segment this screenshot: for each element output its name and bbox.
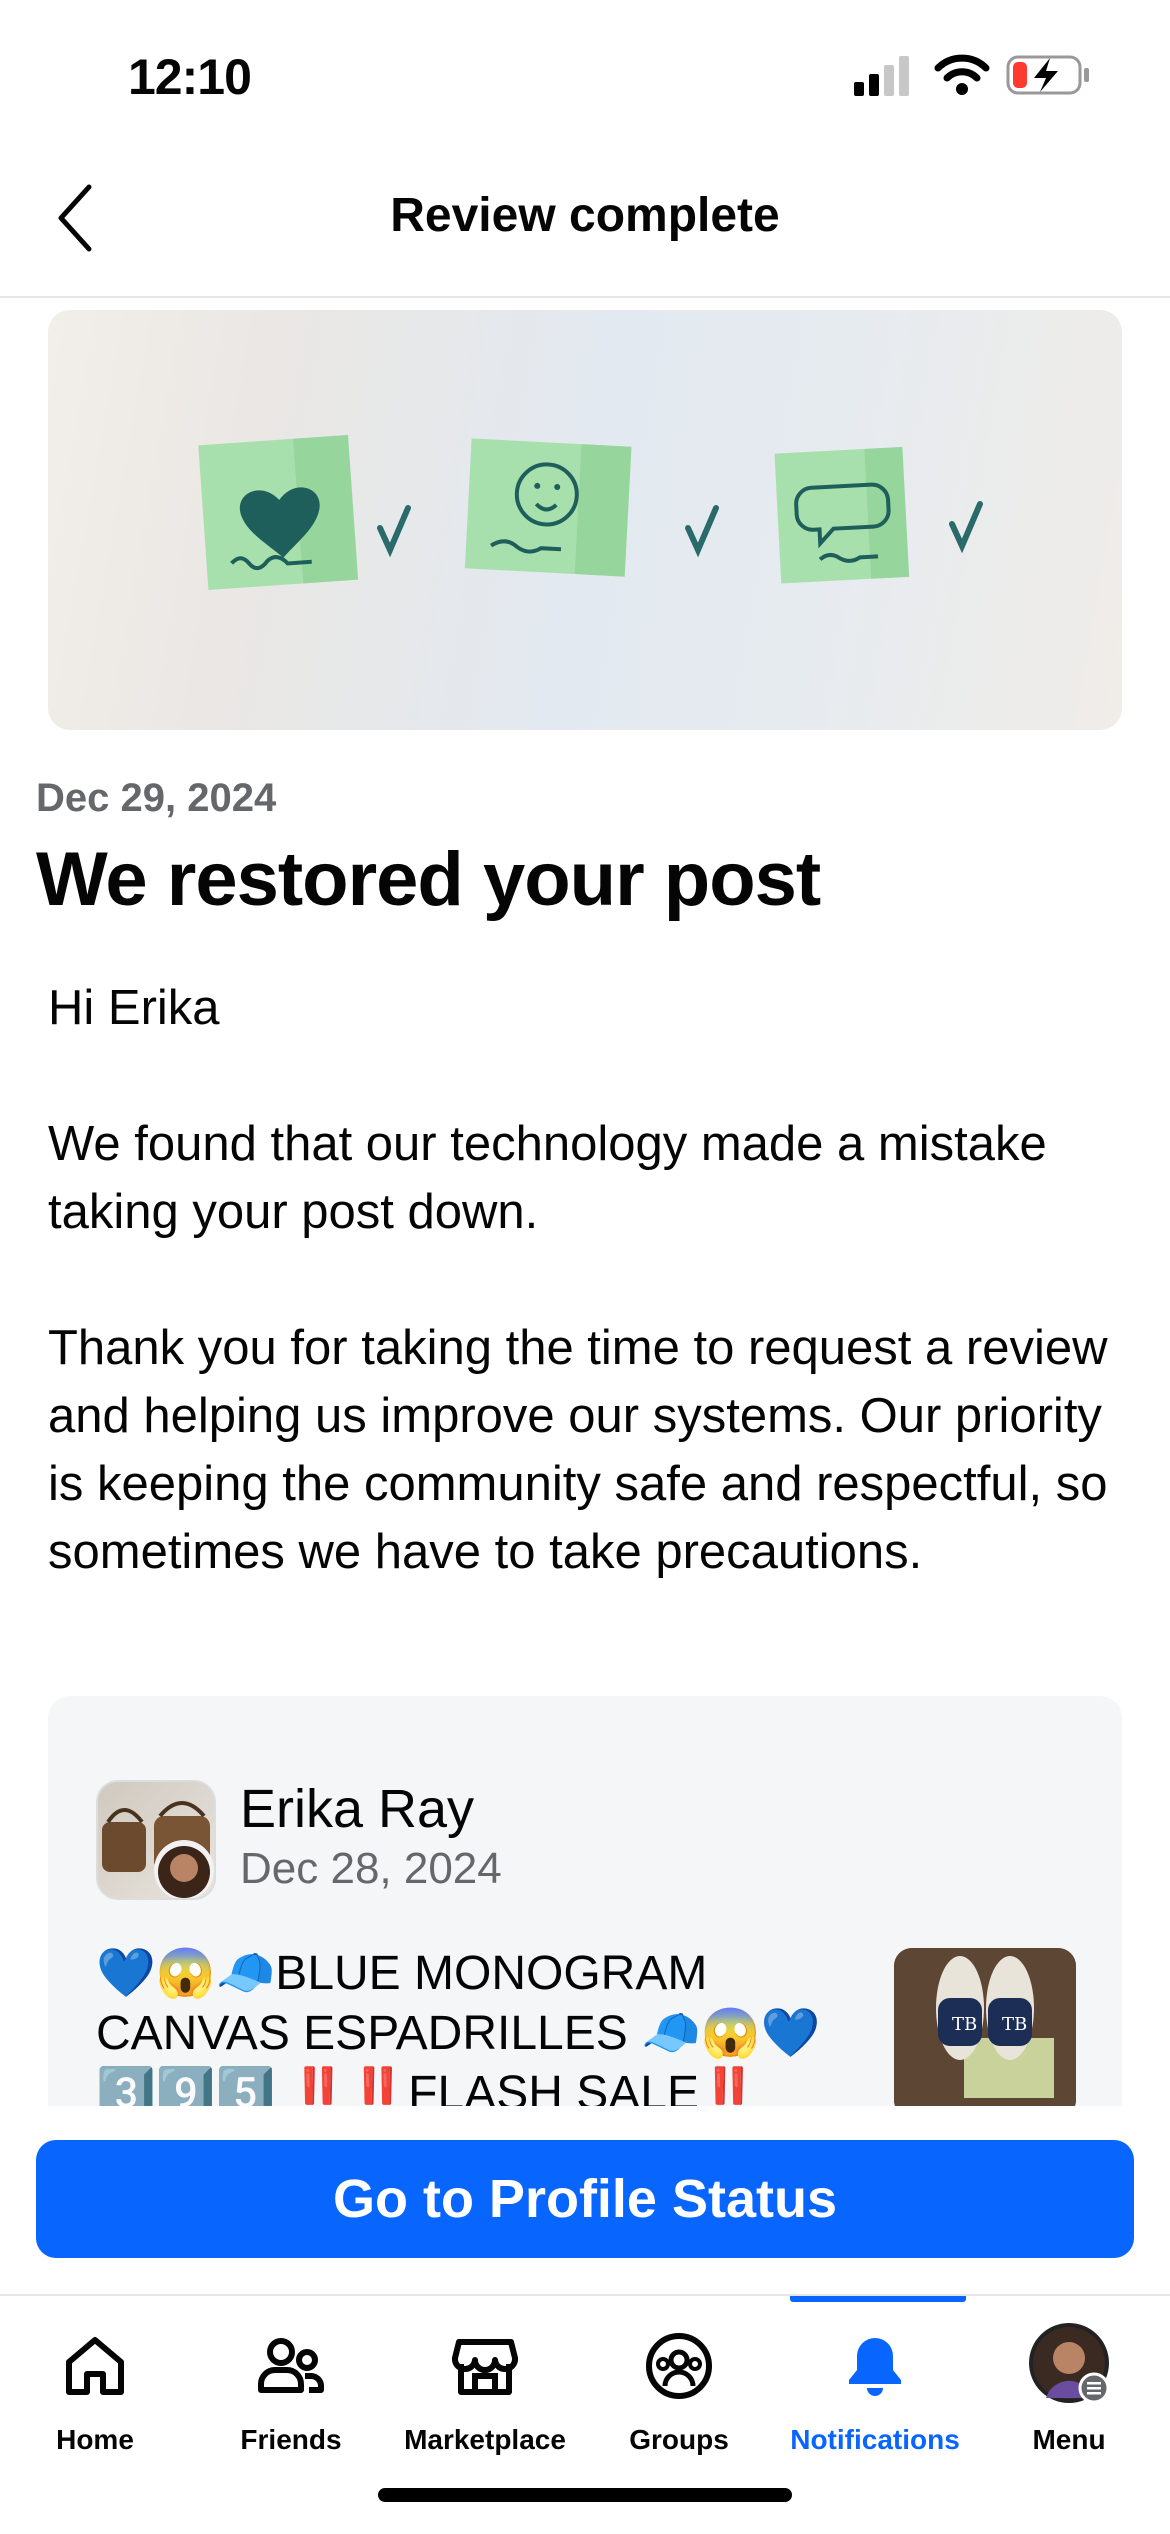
tab-label-friends: Friends: [240, 2424, 342, 2455]
review-illustration: [48, 310, 1122, 730]
svg-text:TB: TB: [952, 2014, 977, 2035]
smiley-note-icon: [464, 438, 632, 577]
thanks-paragraph: Thank you for taking the time to request…: [48, 1321, 1108, 1579]
greeting-paragraph: Hi Erika: [48, 981, 220, 1035]
page-title: Review complete: [390, 189, 780, 242]
go-to-profile-status-button[interactable]: Go to Profile Status: [36, 2140, 1134, 2258]
heart-note-icon: [198, 434, 359, 591]
post-author-name[interactable]: Erika Ray: [240, 1778, 474, 1840]
tab-groups[interactable]: Groups: [584, 2296, 774, 2456]
wifi-icon: [934, 54, 990, 95]
status-time: 12:10: [128, 49, 252, 105]
home-indicator: [378, 2488, 792, 2502]
post-date: Dec 28, 2024: [240, 1844, 502, 1893]
notice-headline: We restored your post: [36, 837, 821, 922]
chat-bubble-note-icon: [774, 446, 910, 584]
groups-icon: [646, 2333, 712, 2399]
tab-label-marketplace: Marketplace: [404, 2424, 566, 2455]
notice-date: Dec 29, 2024: [36, 776, 277, 820]
notice-body: Hi Erika We found that our technology ma…: [48, 974, 1128, 1654]
tab-home[interactable]: Home: [0, 2296, 190, 2456]
tab-label-home: Home: [56, 2424, 134, 2455]
post-text: 💙😱🧢BLUE MONOGRAM CANVAS ESPADRILLES 🧢😱💙 …: [96, 1947, 821, 2106]
status-bar: 12:10: [0, 0, 1170, 140]
bell-icon: [849, 2338, 901, 2396]
explanation-paragraph: We found that our technology made a mist…: [48, 1117, 1047, 1239]
battery-charging-icon: [1006, 55, 1089, 95]
tab-menu[interactable]: Menu: [974, 2296, 1164, 2456]
marketplace-icon: [451, 2339, 519, 2395]
friends-icon: [258, 2338, 324, 2393]
post-photo-thumbnail[interactable]: TB TB: [894, 1948, 1076, 2106]
tab-marketplace[interactable]: Marketplace: [390, 2296, 580, 2456]
restored-post-card[interactable]: Erika Ray Dec 28, 2024 💙😱🧢BLUE MONOGRAM …: [48, 1696, 1122, 2106]
profile-avatar: [1029, 2323, 1110, 2404]
tab-friends[interactable]: Friends: [196, 2296, 386, 2456]
tab-notifications[interactable]: Notifications: [780, 2296, 970, 2456]
home-icon: [66, 2337, 124, 2395]
svg-text:TB: TB: [1002, 2014, 1027, 2035]
nav-header: Review complete: [0, 140, 1170, 298]
post-author-avatar[interactable]: [96, 1780, 216, 1900]
tab-label-groups: Groups: [629, 2424, 729, 2455]
sticky-notes-illustration: [198, 434, 983, 591]
tab-label-notifications: Notifications: [790, 2424, 960, 2455]
tab-label-menu: Menu: [1032, 2424, 1106, 2455]
cellular-signal-icon: [854, 56, 909, 96]
